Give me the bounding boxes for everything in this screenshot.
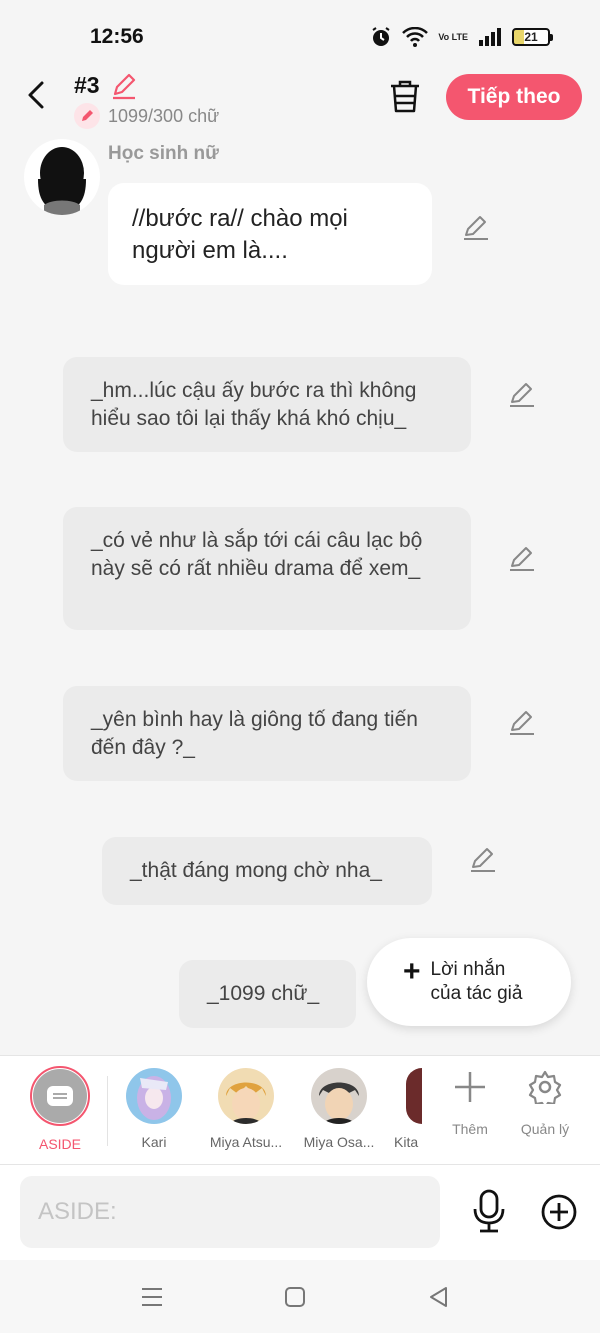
character-label: ASIDE (38, 1136, 81, 1152)
miya-osamu-avatar (311, 1068, 367, 1124)
miya-atsumu-avatar (218, 1068, 274, 1124)
back-triangle-icon[interactable] (426, 1284, 452, 1310)
author-note-label: Lời nhắn của tác giả (430, 959, 523, 1004)
chat-area[interactable]: Học sinh nữ //bước ra// chào mọi người e… (0, 135, 600, 1055)
aside-avatar (30, 1066, 90, 1126)
episode-number: #3 (74, 72, 100, 98)
status-icons: Vo LTE 21 (370, 26, 553, 48)
add-circle-icon[interactable] (540, 1193, 578, 1231)
back-arrow-icon[interactable] (22, 80, 52, 110)
header: #3 1099/300 chữ Tiếp theo (0, 70, 600, 135)
dialogue-bubble[interactable]: //bước ra// chào mọi người em là.... (108, 183, 432, 285)
kita-avatar (406, 1068, 422, 1124)
add-label: Thêm (452, 1121, 488, 1137)
status-bar: 12:56 Vo LTE 21 (0, 0, 600, 70)
battery-level: 21 (524, 30, 538, 44)
character-miya-atsumu[interactable]: Miya Atsu... (201, 1066, 291, 1150)
add-character-button[interactable]: Thêm (435, 1070, 505, 1137)
character-aside[interactable]: ASIDE (15, 1066, 105, 1152)
edit-episode-pencil-icon[interactable] (110, 72, 138, 100)
kari-avatar (126, 1068, 182, 1124)
home-square-icon[interactable] (282, 1284, 308, 1310)
plus-icon: + (403, 955, 421, 988)
wifi-icon (402, 27, 429, 47)
message-icon (47, 1086, 73, 1106)
character-kari[interactable]: Kari (109, 1066, 199, 1150)
narration-bubble[interactable]: _thật đáng mong chờ nha_ (102, 837, 432, 905)
character-label: Miya Atsu... (209, 1134, 283, 1150)
manage-button[interactable]: Quản lý (510, 1070, 580, 1137)
gear-icon (528, 1070, 562, 1110)
trash-icon[interactable] (388, 78, 422, 114)
character-label: Kita (394, 1134, 419, 1150)
author-note-button[interactable]: + Lời nhắn của tác giả (367, 938, 571, 1026)
character-label: Kari (141, 1134, 167, 1150)
signal-icon (479, 28, 501, 46)
edit-pencil-icon[interactable] (462, 213, 490, 241)
next-button[interactable]: Tiếp theo (446, 74, 582, 120)
menu-icon[interactable] (139, 1284, 165, 1310)
narration-bubble[interactable]: _yên bình hay là giông tố đang tiến đến … (63, 686, 471, 781)
word-count: 1099/300 chữ (108, 105, 220, 126)
manage-label: Quản lý (520, 1121, 570, 1137)
volte-indicator: Vo LTE (438, 31, 468, 42)
message-input[interactable] (20, 1176, 440, 1248)
edit-pencil-icon[interactable] (508, 708, 536, 736)
character-bar: ASIDE Kari Miya Atsu... Miya Osa... Kita… (0, 1055, 600, 1165)
edit-pencil-icon[interactable] (469, 845, 497, 873)
word-count-pencil-icon (74, 103, 100, 129)
edit-pencil-icon[interactable] (508, 544, 536, 572)
divider (107, 1076, 108, 1146)
battery-icon: 21 (512, 28, 553, 46)
system-nav-bar (0, 1260, 600, 1333)
input-row (0, 1165, 600, 1260)
character-kita[interactable]: Kita (362, 1066, 422, 1150)
alarm-icon (372, 27, 390, 46)
character-avatar[interactable] (24, 139, 100, 215)
plus-icon (455, 1072, 485, 1102)
narration-bubble[interactable]: _1099 chữ_ (179, 960, 356, 1028)
narration-bubble[interactable]: _hm...lúc cậu ấy bước ra thì không hiểu … (63, 357, 471, 452)
narration-bubble[interactable]: _có vẻ như là sắp tới cái câu lạc bộ này… (63, 507, 471, 630)
character-name: Học sinh nữ (108, 143, 219, 164)
microphone-icon[interactable] (470, 1189, 508, 1233)
edit-pencil-icon[interactable] (508, 380, 536, 408)
status-time: 12:56 (90, 25, 144, 48)
word-count-row: 1099/300 chữ (74, 103, 219, 129)
